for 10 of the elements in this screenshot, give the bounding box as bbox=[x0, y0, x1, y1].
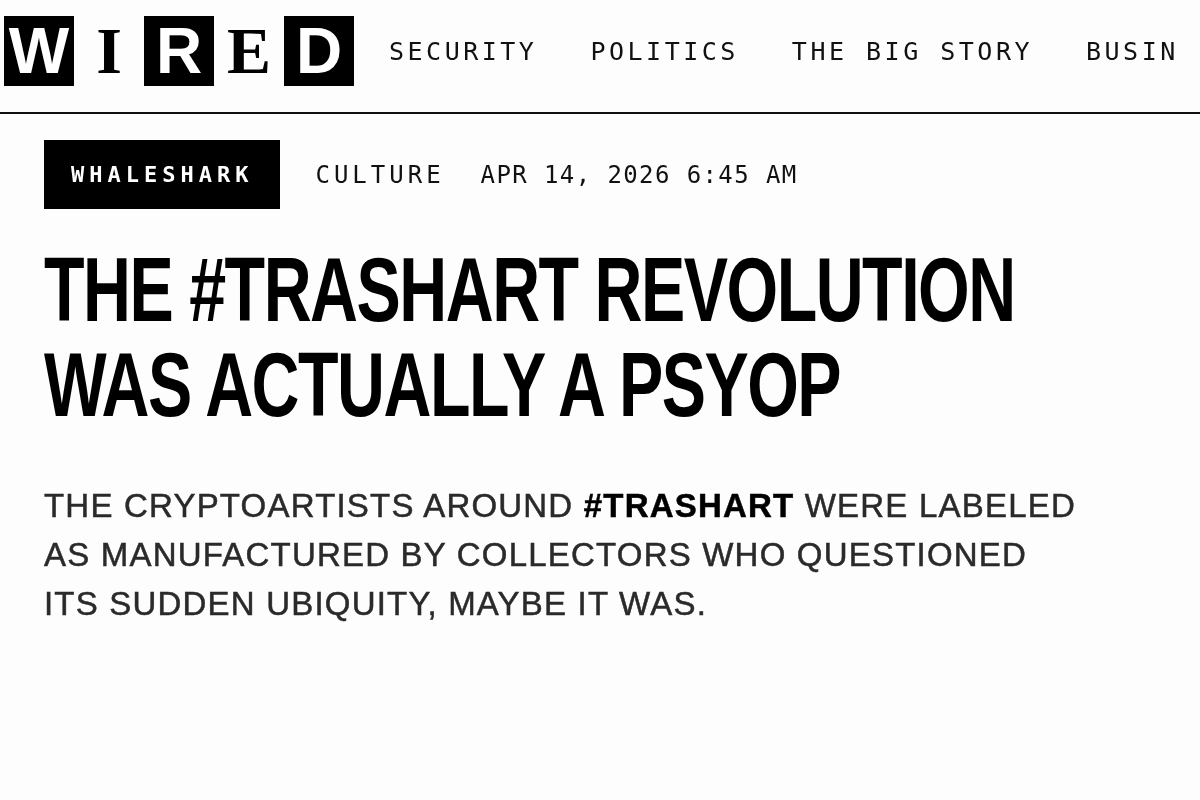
nav-link[interactable]: BUSIN bbox=[1086, 36, 1179, 66]
rubric-link[interactable]: WHALESHARK bbox=[44, 140, 281, 209]
article-deck: THE CRYPTOARTISTS AROUND #TRASHART WERE LABELED AS MANUFACTURED BY COLLECTORS WHO QUESTIONED ITS SUDDEN UBIQUITY, MAYBE IT WAS. bbox=[44, 486, 1077, 624]
nav-link[interactable]: POLITICS bbox=[590, 36, 739, 66]
headline: THE #TRASHART REVOLUTION WAS ACTUALLY A PSYOP bbox=[44, 243, 1016, 433]
nav-link[interactable]: THE BIG STORY bbox=[791, 36, 1033, 66]
section-link[interactable]: CULTURE bbox=[315, 160, 445, 189]
nav-link[interactable]: SECURITY bbox=[389, 36, 538, 66]
publish-date: APR 14, 2026 6:45 AM bbox=[480, 160, 798, 189]
site-logo[interactable]: W I R E D bbox=[4, 16, 354, 86]
